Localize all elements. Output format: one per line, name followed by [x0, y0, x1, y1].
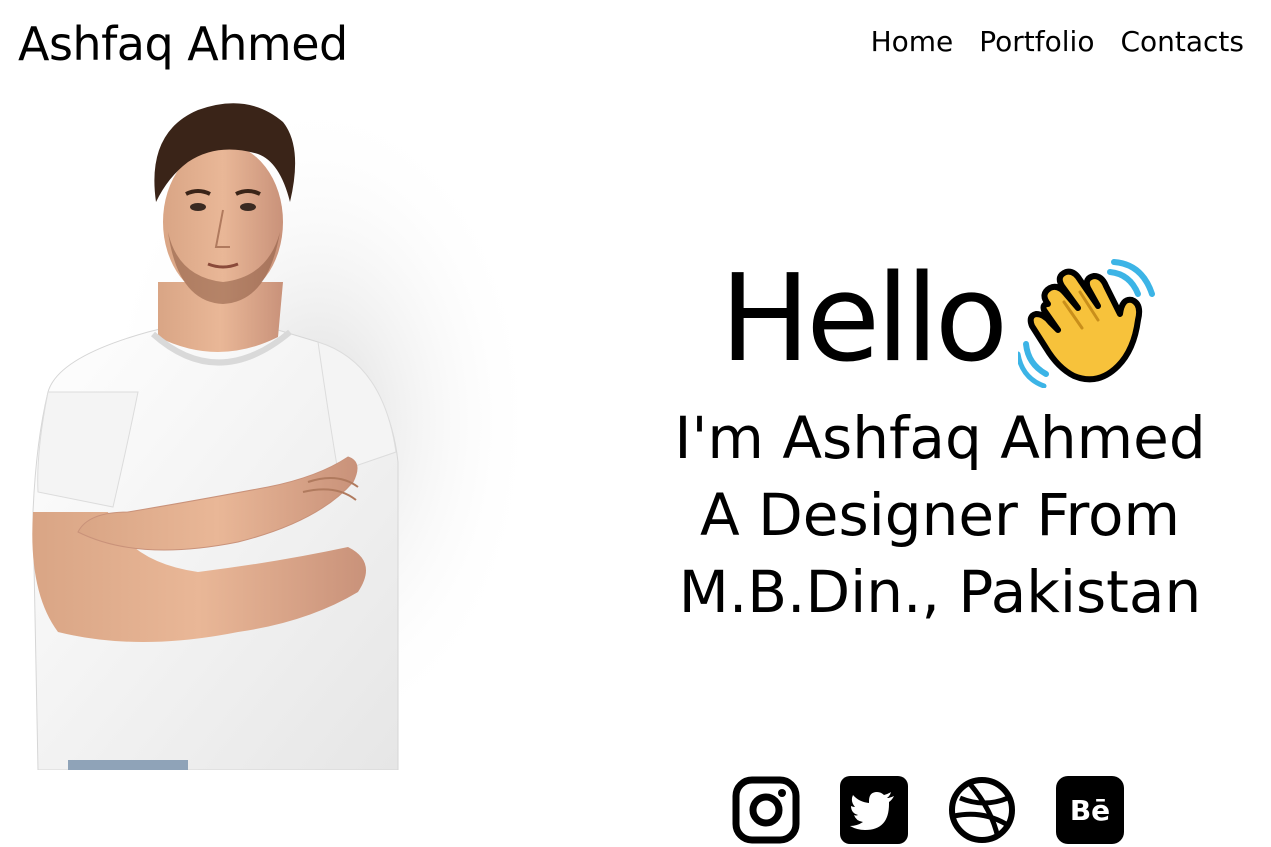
intro-line-location: M.B.Din., Pakistan: [678, 558, 1202, 626]
nav-contacts[interactable]: Contacts: [1120, 22, 1244, 62]
intro-text: I'm Ashfaq Ahmed A Designer From M.B.Din…: [620, 400, 1260, 631]
nav-home[interactable]: Home: [871, 22, 954, 62]
instagram-icon[interactable]: [732, 776, 800, 844]
greeting-row: Hello: [720, 250, 1158, 390]
site-brand[interactable]: Ashfaq Ahmed: [18, 14, 348, 74]
social-links: Bē: [732, 776, 1124, 844]
waving-hand-icon: [1018, 259, 1156, 388]
greeting-text: Hello: [720, 250, 1008, 389]
dribbble-icon[interactable]: [948, 776, 1016, 844]
nav-portfolio[interactable]: Portfolio: [979, 22, 1094, 62]
intro-line-name: I'm Ashfaq Ahmed: [674, 404, 1206, 472]
main-nav: Home Portfolio Contacts: [871, 22, 1244, 62]
svg-text:Bē: Bē: [1070, 794, 1110, 827]
behance-icon[interactable]: Bē: [1056, 776, 1124, 844]
twitter-icon[interactable]: [840, 776, 908, 844]
page: Ashfaq Ahmed Home Portfolio Contacts Hel…: [0, 0, 1271, 847]
profile-photo: [18, 92, 538, 770]
intro-line-role: A Designer From: [699, 481, 1181, 549]
